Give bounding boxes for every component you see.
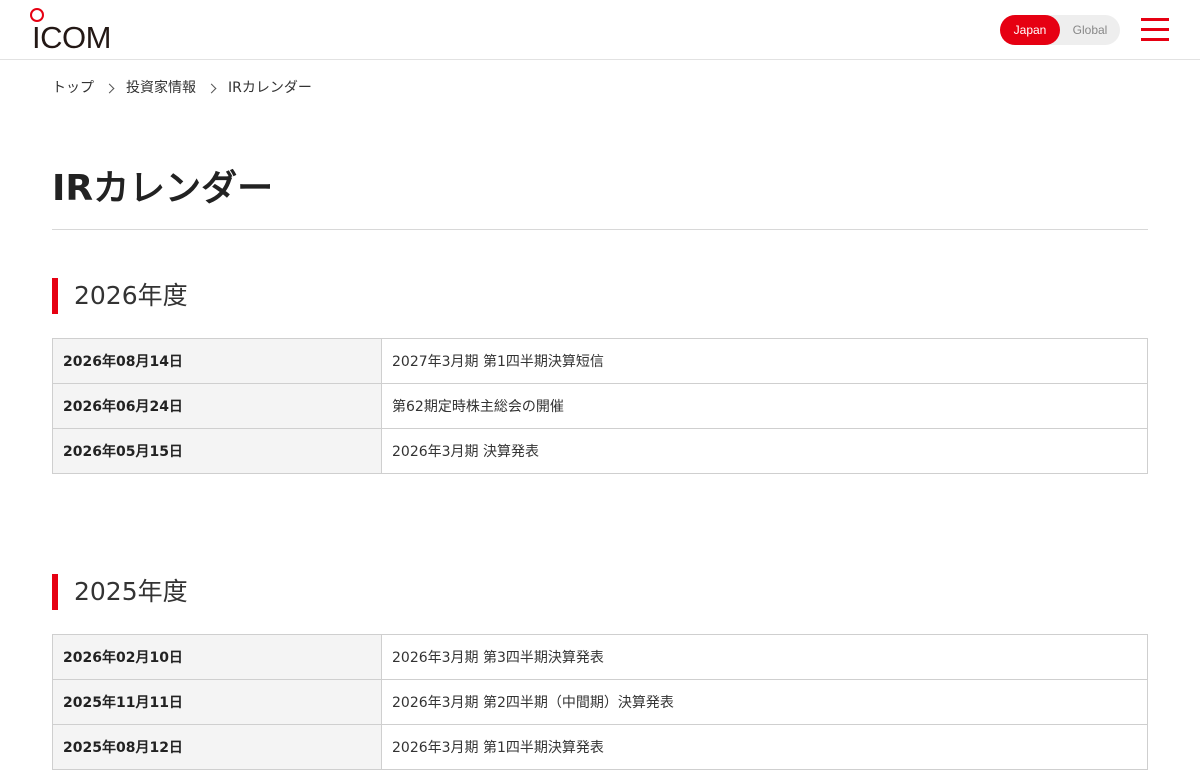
event-description: 第62期定時株主総会の開催 (381, 383, 1148, 429)
event-description: 2026年3月期 決算発表 (381, 428, 1148, 474)
breadcrumb-current: IRカレンダー (228, 80, 312, 96)
icom-logo[interactable]: ICOM (30, 8, 122, 55)
ir-schedule-table: 2026年02月10日 2026年3月期 第3四半期決算発表 2025年11月1… (52, 634, 1148, 770)
event-description: 2026年3月期 第2四半期（中間期）決算発表 (381, 679, 1148, 725)
section-accent-bar (52, 574, 58, 610)
table-row: 2026年05月15日 2026年3月期 決算発表 (52, 428, 1148, 474)
event-date: 2026年08月14日 (52, 338, 382, 384)
table-row: 2025年08月12日 2026年3月期 第1四半期決算発表 (52, 724, 1148, 770)
hamburger-menu-icon[interactable] (1140, 16, 1170, 44)
table-row: 2025年11月11日 2026年3月期 第2四半期（中間期）決算発表 (52, 679, 1148, 725)
event-date: 2025年08月12日 (52, 724, 382, 770)
page-title: IRカレンダー (52, 168, 274, 209)
lang-japan-button[interactable]: Japan (1000, 15, 1060, 45)
logo-text: ICOM (32, 20, 111, 55)
language-switch: Japan Global (1000, 15, 1120, 45)
title-divider (52, 229, 1148, 230)
section-title: 2026年度 (74, 281, 188, 310)
event-date: 2026年06月24日 (52, 383, 382, 429)
ir-schedule-table: 2026年08月14日 2027年3月期 第1四半期決算短信 2026年06月2… (52, 338, 1148, 474)
event-description: 2026年3月期 第1四半期決算発表 (381, 724, 1148, 770)
chevron-right-icon (104, 83, 115, 93)
section-title: 2025年度 (74, 577, 188, 606)
event-description: 2027年3月期 第1四半期決算短信 (381, 338, 1148, 384)
lang-global-button[interactable]: Global (1060, 15, 1120, 45)
chevron-right-icon (206, 83, 217, 93)
site-header: ICOM Japan Global (0, 0, 1200, 60)
event-date: 2026年05月15日 (52, 428, 382, 474)
breadcrumb-investor-link[interactable]: 投資家情報 (126, 78, 196, 98)
event-date: 2026年02月10日 (52, 634, 382, 680)
breadcrumb: トップ 投資家情報 IRカレンダー (52, 78, 312, 98)
breadcrumb-top-link[interactable]: トップ (52, 78, 94, 98)
table-row: 2026年06月24日 第62期定時株主総会の開催 (52, 383, 1148, 429)
event-date: 2025年11月11日 (52, 679, 382, 725)
table-row: 2026年08月14日 2027年3月期 第1四半期決算短信 (52, 338, 1148, 384)
table-row: 2026年02月10日 2026年3月期 第3四半期決算発表 (52, 634, 1148, 680)
event-description: 2026年3月期 第3四半期決算発表 (381, 634, 1148, 680)
section-accent-bar (52, 278, 58, 314)
